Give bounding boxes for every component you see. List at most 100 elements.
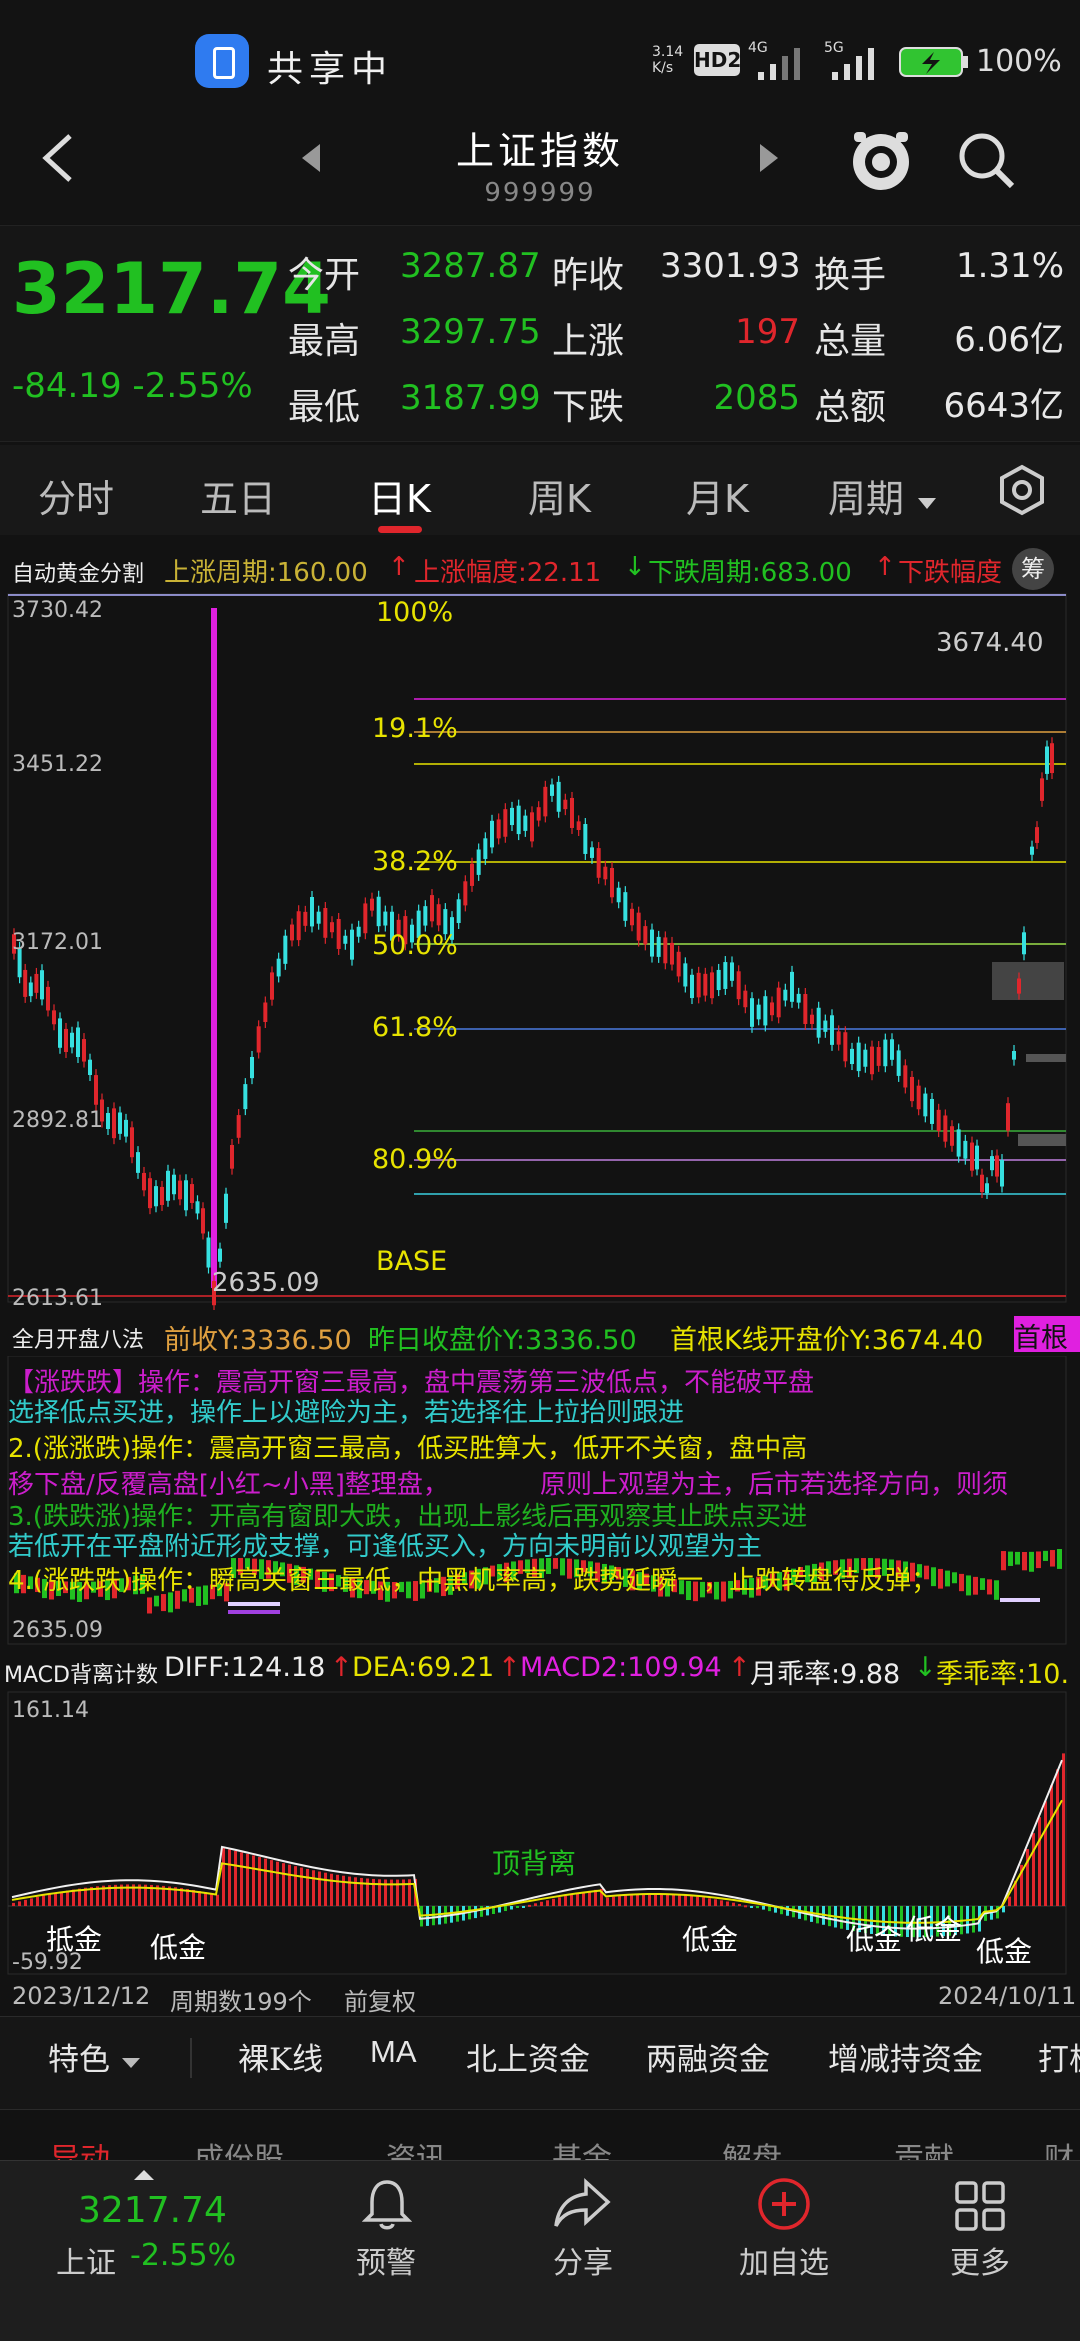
tab-weekly-k[interactable]: 周K [528,468,591,523]
macd-bar [348,1876,351,1906]
mini-candle [959,1573,964,1592]
magenta-marker-bar [211,608,217,1288]
mini-candle [994,1580,999,1600]
toolbar-featured-label: 特色 [48,2042,110,2078]
candle-down [118,1112,122,1134]
tab-daily-k[interactable]: 日K [368,468,431,523]
toolbar-ma[interactable]: MA [370,2034,417,2070]
candle-down [583,824,588,854]
settings-hex-icon[interactable] [996,464,1048,516]
macd-bar [228,1849,231,1906]
macd-bar [696,1896,699,1906]
mini-candle [966,1575,971,1596]
volume-label: 总量 [814,321,887,362]
nav-alert[interactable]: 预警 [326,2238,446,2282]
toolbar-northbound[interactable]: 北上资金 [466,2034,590,2079]
macd-bar [282,1863,285,1906]
mini-candle [1029,1551,1034,1572]
nav-more[interactable]: 更多 [920,2238,1040,2282]
stock-code: 999999 [484,178,596,208]
more-grid-icon[interactable] [954,2180,1006,2232]
mini-candle [1057,1549,1062,1569]
fib-label-100: 100% [376,597,454,628]
low-gold-mark-2: 低金 [150,1931,207,1964]
candle-up [630,908,634,926]
next-stock-icon[interactable] [754,140,784,176]
tab-five-day[interactable]: 五日 [200,468,276,523]
search-icon[interactable] [954,128,1018,192]
candle-up [810,1014,814,1024]
candle-up [1040,778,1044,801]
kline-chart[interactable] [0,590,1080,1310]
macd-bar [786,1906,789,1916]
nav-share[interactable]: 分享 [523,2238,643,2282]
high-label: 最高 [288,321,361,362]
battery-icon [899,47,968,77]
candle-up [696,972,701,998]
macd-bar [24,1899,27,1906]
mini-candle [1015,1551,1020,1565]
start-date: 2023/12/12 [12,1982,151,2010]
fib-label-base: BASE [376,1246,448,1277]
macd-bar [300,1867,303,1906]
candle-down [184,1180,188,1211]
decliners-label: 下跌 [552,387,625,428]
candle-down [343,935,348,944]
toolbar-divider [190,2038,192,2078]
back-arrow-icon[interactable] [30,128,90,188]
open-label: 今开 [288,255,361,296]
bell-icon[interactable] [362,2176,412,2232]
candle-down [1000,1160,1004,1187]
adjust-mode[interactable]: 前复权 [344,1982,416,2017]
candle-down [476,849,481,875]
top-divergence-mark: 顶背离 [492,1847,577,1880]
high-value: 3297.75 [400,312,541,352]
candle-up [1017,978,1021,994]
eight-methods-name[interactable]: 全月开盘八法 [12,1322,144,1354]
macd-name[interactable]: MACD背离计数 [4,1657,158,1689]
tab-period[interactable]: 周期 [828,468,938,523]
candle-down [172,1174,176,1195]
bottom-price[interactable]: 3217.74 [78,2190,227,2231]
fib-label-19: 19.1% [372,713,458,744]
mini-candle [973,1576,978,1595]
share-icon[interactable] [552,2176,612,2232]
indicator-name[interactable]: 自动黄金分割 [12,556,144,588]
add-watchlist-icon[interactable] [756,2176,812,2232]
candle-down [106,1112,110,1129]
toolbar-margin[interactable]: 两融资金 [646,2034,770,2079]
macd-bar [528,1904,531,1907]
toolbar-naked-k[interactable]: 裸K线 [238,2034,323,2079]
screen-sharing-indicator[interactable]: 共享中 [195,34,455,90]
candle-down [616,887,621,903]
chip-distribution-button[interactable]: 筹 [1012,548,1054,590]
candle-down [456,899,461,924]
prev-stock-icon[interactable] [296,140,326,176]
tab-intraday[interactable]: 分时 [38,468,114,523]
candle-down [166,1170,170,1201]
toolbar-holdings[interactable]: 增减持资金 [828,2034,983,2079]
macd-bar [234,1850,237,1906]
mascot-icon[interactable] [846,120,916,196]
toolbar-featured[interactable]: 特色 [48,2034,142,2079]
hd-badge: HD2 [694,44,741,76]
macd-bar [474,1906,477,1919]
candle-down [510,807,514,826]
open-value: 3287.87 [400,246,541,286]
candle-down [218,1248,222,1262]
method-line-4: 4.(涨跌跌)操作：瞬高关窗三最低，中黑机率高，跌势延瞬一，止跌转盘待反弹； [8,1566,938,1596]
chip-block-1 [992,962,1064,1000]
macd-bar [636,1894,639,1906]
nav-add-watchlist[interactable]: 加自选 [724,2238,844,2282]
mini-candle [1001,1551,1006,1571]
candle-down [28,982,33,997]
candle-down [930,1098,934,1124]
macd-bar [216,1894,219,1906]
candle-down [195,1201,200,1214]
candle-up [610,867,614,898]
expand-up-icon[interactable] [132,2168,156,2182]
tab-monthly-k[interactable]: 月K [686,468,749,523]
candle-up [643,926,648,945]
toolbar-limit-up[interactable]: 打板 [1038,2034,1080,2079]
candle-up [936,1109,941,1132]
